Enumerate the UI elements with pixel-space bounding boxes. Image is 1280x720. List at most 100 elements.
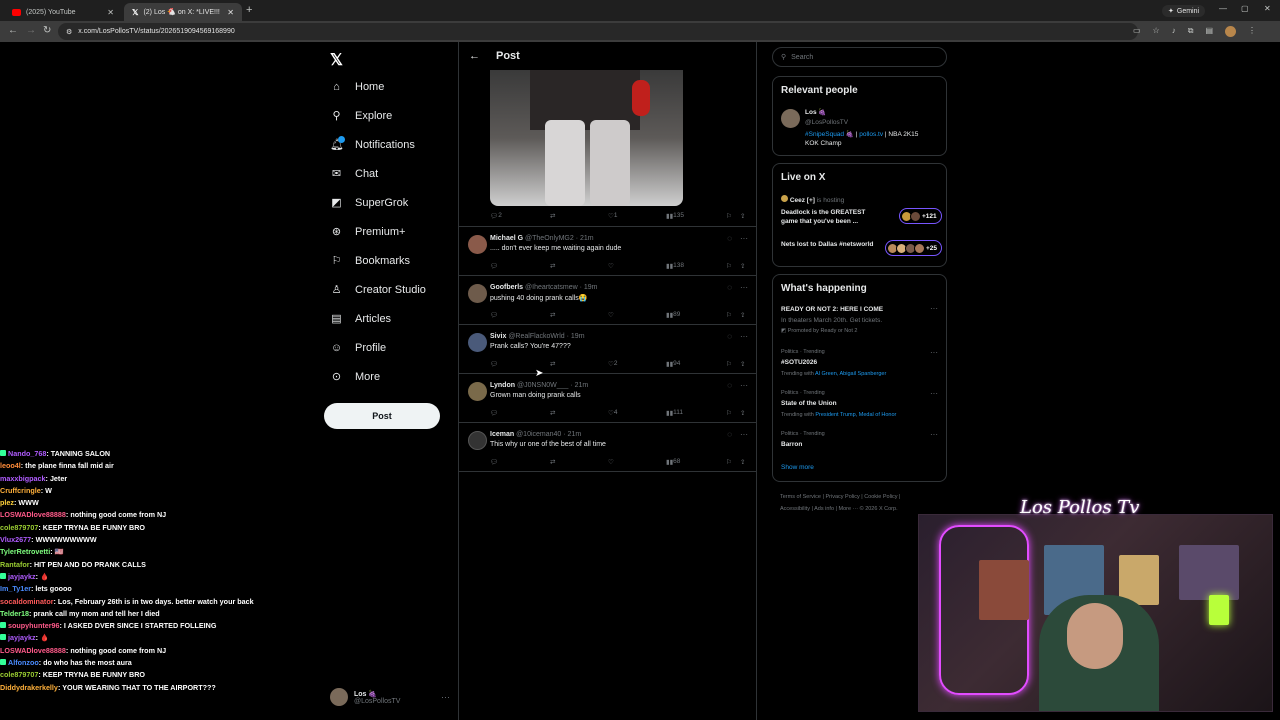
more-options-icon[interactable]: ··· bbox=[930, 430, 938, 439]
address-bar[interactable]: ⚙ x.com/LosPollosTV/status/2026519094569… bbox=[58, 23, 1138, 40]
bio-link[interactable]: pollos.tv bbox=[859, 131, 883, 138]
trend-links[interactable]: Al Green, Abigail Spanberger bbox=[815, 371, 886, 377]
more-options-icon[interactable]: ··· bbox=[930, 389, 938, 398]
profile-avatar[interactable] bbox=[1225, 26, 1236, 37]
close-tab-icon[interactable]: ✕ bbox=[107, 8, 114, 17]
bookmark-icon[interactable]: ⚐ bbox=[726, 212, 732, 220]
sidebar-icon[interactable]: ▤ bbox=[1205, 26, 1213, 37]
share-icon[interactable]: ⇪ bbox=[740, 212, 745, 220]
bookmark-icon[interactable]: ⚐ bbox=[726, 311, 732, 319]
views-button[interactable]: ▮▮ 94 bbox=[666, 360, 680, 368]
trend-title[interactable]: Barron bbox=[781, 441, 802, 448]
reply-button[interactable]: 💬︎ bbox=[490, 311, 498, 319]
live-listeners-badge[interactable]: +25 bbox=[885, 240, 943, 256]
share-icon[interactable]: ⇪ bbox=[740, 409, 745, 417]
new-tab-button[interactable]: + bbox=[246, 4, 252, 16]
live-space-title[interactable]: Deadlock is the GREATEST game that you'v… bbox=[781, 208, 883, 226]
close-tab-icon[interactable]: ✕ bbox=[227, 8, 234, 17]
nav-chat[interactable]: ✉ Chat bbox=[330, 163, 378, 185]
footer-link[interactable]: More ··· bbox=[839, 506, 859, 512]
reply-button[interactable]: 💬︎ bbox=[490, 360, 498, 368]
bookmark-icon[interactable]: ⚐ bbox=[726, 262, 732, 270]
more-options-icon[interactable]: ··· bbox=[441, 692, 450, 702]
repost-button[interactable]: ⇄ bbox=[550, 262, 555, 270]
tab-youtube[interactable]: (2025) YouTube ✕ bbox=[4, 3, 122, 21]
like-button[interactable]: ♡ 4 bbox=[608, 409, 617, 417]
nav-articles[interactable]: ▤ Articles bbox=[330, 308, 391, 330]
reply-button[interactable]: 💬︎ bbox=[490, 458, 498, 466]
share-icon[interactable]: ⇪ bbox=[740, 311, 745, 319]
show-more-link[interactable]: Show more bbox=[781, 464, 814, 471]
footer-link[interactable]: Accessibility bbox=[780, 506, 810, 512]
like-button[interactable]: ♡ 2 bbox=[608, 360, 617, 368]
forward-icon[interactable]: → bbox=[26, 25, 36, 36]
views-button[interactable]: ▮▮ 138 bbox=[666, 262, 684, 270]
nav-bookmarks[interactable]: ⚐ Bookmarks bbox=[330, 250, 410, 272]
more-options-icon[interactable]: ··· bbox=[740, 283, 748, 292]
bio-hashtag[interactable]: #SnipeSquad 🍇 bbox=[805, 131, 854, 138]
bookmark-icon[interactable]: ⚐ bbox=[726, 458, 732, 466]
share-icon[interactable]: ⇪ bbox=[740, 458, 745, 466]
nav-home[interactable]: ⌂ Home bbox=[330, 76, 384, 98]
grok-icon[interactable]: ◌ bbox=[727, 283, 732, 292]
sound-icon[interactable]: ♪ bbox=[1172, 26, 1176, 37]
trend-title[interactable]: READY OR NOT 2: HERE I COME bbox=[781, 306, 883, 313]
menu-icon[interactable]: ⋮ bbox=[1248, 26, 1256, 37]
star-icon[interactable]: ☆ bbox=[1153, 26, 1160, 37]
views-button[interactable]: ▮▮ 135 bbox=[666, 212, 684, 220]
repost-button[interactable]: ⇄ bbox=[550, 409, 555, 417]
grok-icon[interactable]: ◌ bbox=[727, 381, 732, 390]
trend-title[interactable]: State of the Union bbox=[781, 400, 837, 407]
more-options-icon[interactable]: ··· bbox=[740, 430, 748, 439]
nav-profile[interactable]: ☺ Profile bbox=[330, 337, 386, 359]
person-name[interactable]: Los 🍇 bbox=[805, 108, 826, 116]
nav-premium[interactable]: ⊛ Premium+ bbox=[330, 221, 406, 243]
back-icon[interactable]: ← bbox=[8, 25, 18, 36]
back-arrow-icon[interactable]: ← bbox=[469, 50, 480, 62]
share-icon[interactable]: ⇪ bbox=[740, 360, 745, 368]
bookmark-icon[interactable]: ⚐ bbox=[726, 409, 732, 417]
reply-button[interactable]: 💬︎ 2 bbox=[490, 212, 502, 220]
reload-icon[interactable]: ↻ bbox=[43, 25, 51, 36]
bookmark-icon[interactable]: ⚐ bbox=[726, 360, 732, 368]
cast-icon[interactable]: ▭ bbox=[1133, 26, 1141, 37]
footer-link[interactable]: Cookie Policy bbox=[864, 494, 897, 500]
account-switcher[interactable]: Los 🍇 @LosPollosTV ··· bbox=[330, 688, 450, 706]
more-options-icon[interactable]: ··· bbox=[740, 381, 748, 390]
reply-item[interactable]: Sivix @RealFlackoWrld · 19m Prank calls?… bbox=[459, 325, 756, 374]
grok-icon[interactable]: ◌ bbox=[727, 234, 732, 243]
reply-item[interactable]: Lyndon @J0NSN0W___ · 21m Grown man doing… bbox=[459, 374, 756, 423]
grok-icon[interactable]: ◌ bbox=[727, 332, 732, 341]
views-button[interactable]: ▮▮ 89 bbox=[666, 311, 680, 319]
like-button[interactable]: ♡ bbox=[608, 311, 614, 319]
more-options-icon[interactable]: ··· bbox=[740, 332, 748, 341]
like-button[interactable]: ♡ bbox=[608, 458, 614, 466]
gemini-button[interactable]: ✦ Gemini bbox=[1162, 5, 1206, 17]
footer-link[interactable]: Ads info bbox=[814, 506, 834, 512]
more-options-icon[interactable]: ··· bbox=[740, 234, 748, 243]
repost-button[interactable]: ⇄ bbox=[550, 360, 555, 368]
more-options-icon[interactable]: ··· bbox=[930, 304, 938, 313]
grok-icon[interactable]: ◌ bbox=[727, 430, 732, 439]
views-button[interactable]: ▮▮ 111 bbox=[666, 409, 683, 417]
close-window-icon[interactable]: ✕ bbox=[1264, 4, 1271, 13]
reply-item[interactable]: Michael G @TheOnlyMG2 · 21m ..... don't … bbox=[459, 227, 756, 276]
reply-item[interactable]: Goofberls @Iheartcatsmew · 19m pushing 4… bbox=[459, 276, 756, 325]
footer-link[interactable]: Privacy Policy bbox=[825, 494, 859, 500]
reply-button[interactable]: 💬︎ bbox=[490, 262, 498, 270]
repost-button[interactable]: ⇄ bbox=[550, 311, 555, 319]
extensions-icon[interactable]: ⧉ bbox=[1188, 26, 1194, 37]
trend-title[interactable]: #SOTU2026 bbox=[781, 359, 817, 366]
nav-creator-studio[interactable]: ♙ Creator Studio bbox=[330, 279, 426, 301]
nav-explore[interactable]: ⚲ Explore bbox=[330, 105, 392, 127]
site-info-icon[interactable]: ⚙ bbox=[66, 28, 72, 36]
footer-link[interactable]: Terms of Service bbox=[780, 494, 821, 500]
avatar[interactable] bbox=[781, 109, 800, 128]
minimize-icon[interactable]: — bbox=[1219, 4, 1227, 13]
like-button[interactable]: ♡ 1 bbox=[608, 212, 617, 220]
live-space-title[interactable]: Nets lost to Dallas #netsworld bbox=[781, 240, 883, 249]
live-listeners-badge[interactable]: +121 bbox=[899, 208, 942, 224]
like-button[interactable]: ♡ bbox=[608, 262, 614, 270]
maximize-icon[interactable]: ▢ bbox=[1241, 4, 1249, 13]
repost-button[interactable]: ⇄ bbox=[550, 458, 555, 466]
